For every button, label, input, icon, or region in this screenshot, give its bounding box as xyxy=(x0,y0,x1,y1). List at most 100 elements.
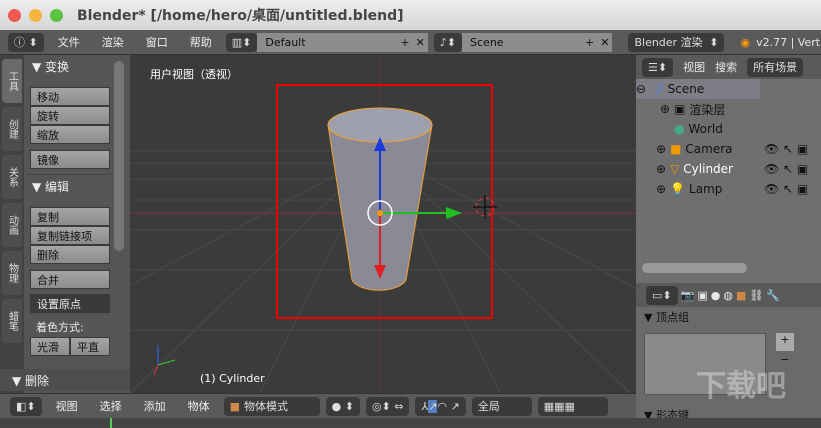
visibility-icons[interactable]: 👁 ↖ ▣ xyxy=(764,142,808,156)
edit-panel-header[interactable]: ▼ 编辑 xyxy=(26,175,112,197)
cylinder-top xyxy=(327,107,433,143)
remove-layout-button[interactable]: ✕ xyxy=(412,32,428,52)
render-engine-select[interactable]: Blender 渲染 ⬍ xyxy=(628,32,725,52)
tab-animation[interactable]: 动画 xyxy=(2,203,22,247)
maximize-button[interactable] xyxy=(50,8,63,22)
outliner-label: Lamp xyxy=(689,182,723,196)
render-layers-tab-icon[interactable]: ▣ xyxy=(697,289,707,302)
menu-select[interactable]: 选择 xyxy=(92,398,130,414)
manipulator-toggles[interactable]: ⅄ ↗ ◠ ↗ xyxy=(415,396,466,416)
minimize-button[interactable] xyxy=(29,8,42,22)
remove-scene-button[interactable]: ✕ xyxy=(597,32,613,52)
menu-help[interactable]: 帮助 xyxy=(182,34,220,50)
world-tab-icon[interactable]: ◍ xyxy=(723,289,733,302)
version-label: v2.77 | Vert xyxy=(756,35,821,49)
pivot-select[interactable]: ◎⬍ ⇔ xyxy=(365,396,410,416)
object-origin xyxy=(377,210,383,216)
tab-create[interactable]: 创建 xyxy=(2,107,22,151)
viewport-editor-type[interactable]: ◧⬍ xyxy=(10,396,42,416)
delete-panel-header[interactable]: ▼ 删除 xyxy=(0,369,130,391)
layout-icon[interactable]: ▥⬍ xyxy=(225,32,258,52)
menu-view[interactable]: 视图 xyxy=(48,398,86,414)
world-icon: ● xyxy=(674,122,685,136)
expand-icon[interactable]: ⊕ xyxy=(656,182,666,196)
collapse-icon[interactable]: ⊖ xyxy=(636,82,652,96)
scene-field[interactable]: Scene xyxy=(462,32,583,52)
scene-tab-icon[interactable]: ● xyxy=(711,289,721,302)
modifiers-tab-icon[interactable]: 🔧 xyxy=(766,289,780,302)
current-frame-marker[interactable] xyxy=(110,418,112,428)
outliner-item-lamp[interactable]: ⊕ 💡 Lamp 👁 ↖ ▣ xyxy=(636,179,821,199)
outliner-editor-type[interactable]: ☰⬍ xyxy=(642,57,674,77)
toolshelf-scrollbar[interactable] xyxy=(114,61,124,251)
properties-tabs: ▭⬍ 📷 ▣ ● ◍ ■ ⛓ 🔧 xyxy=(636,283,821,307)
translate-button[interactable]: 移动 xyxy=(30,87,110,106)
outliner-menu-view[interactable]: 视图 xyxy=(683,59,705,75)
outliner-menu-search[interactable]: 搜索 xyxy=(715,59,737,75)
tab-relations[interactable]: 关系 xyxy=(2,155,22,199)
menu-render[interactable]: 渲染 xyxy=(94,34,132,50)
timeline-strip[interactable] xyxy=(0,418,821,428)
render-tab-icon[interactable]: 📷 xyxy=(681,289,695,302)
viewport-header: ◧⬍ 视图 选择 添加 物体 ■ 物体模式 ● ⬍ ◎⬍ ⇔ ⅄ ↗ ◠ ↗ 全局… xyxy=(0,393,636,418)
expand-icon[interactable]: ⊕ xyxy=(656,162,666,176)
object-tab-icon[interactable]: ■ xyxy=(736,289,746,302)
viewport-scene xyxy=(130,55,636,393)
tab-tools[interactable]: 工具 xyxy=(2,59,22,103)
properties-editor-type[interactable]: ▭⬍ xyxy=(646,285,678,305)
tab-grease-pencil[interactable]: 蜡笔 xyxy=(2,299,22,343)
tab-physics[interactable]: 物理 xyxy=(2,251,22,295)
rotate-button[interactable]: 旋转 xyxy=(30,106,110,125)
outliner-item-camera[interactable]: ⊕ ■ Camera 👁 ↖ ▣ xyxy=(636,139,821,159)
constraints-tab-icon[interactable]: ⛓ xyxy=(749,289,763,302)
outliner-label: Scene xyxy=(667,82,705,96)
outliner-item-scene[interactable]: ⊖ ♪ Scene xyxy=(636,79,760,99)
render-layer-icon: ▣ xyxy=(674,102,686,116)
shading-select[interactable]: ● ⬍ xyxy=(325,396,360,416)
transform-panel-header[interactable]: ▼ 变换 xyxy=(26,55,112,77)
menu-file[interactable]: 文件 xyxy=(50,34,88,50)
add-layout-button[interactable]: + xyxy=(397,32,413,52)
expand-icon[interactable]: ⊕ xyxy=(656,142,666,156)
shading-label: 着色方式: xyxy=(36,321,84,334)
add-vertex-group-button[interactable]: + xyxy=(776,333,794,351)
outliner-scrollbar[interactable] xyxy=(642,263,747,273)
outliner-filter-select[interactable]: 所有场景 xyxy=(747,57,804,77)
scale-button[interactable]: 缩放 xyxy=(30,125,110,144)
outliner-item-world[interactable]: ● World xyxy=(636,119,821,139)
menu-object[interactable]: 物体 xyxy=(180,398,218,414)
visibility-icons[interactable]: 👁 ↖ ▣ xyxy=(764,162,808,176)
layers-grid[interactable]: ▦▦▦ xyxy=(537,396,608,416)
delete-button[interactable]: 删除 xyxy=(30,245,110,264)
join-button[interactable]: 合并 xyxy=(30,270,110,289)
vertex-groups-header[interactable]: ▼ 顶点组 xyxy=(636,307,821,325)
menu-add[interactable]: 添加 xyxy=(136,398,174,414)
watermark: 下载吧 xyxy=(696,369,786,404)
layout-field[interactable]: Default xyxy=(257,32,398,52)
duplicate-linked-button[interactable]: 复制链接项 xyxy=(30,226,110,245)
mode-label: 物体模式 xyxy=(244,400,289,413)
properties-editor: ▭⬍ 📷 ▣ ● ◍ ■ ⛓ 🔧 ▼ 顶点组 + − ▼ 形态键 下载吧 xyxy=(636,283,821,428)
duplicate-button[interactable]: 复制 xyxy=(30,207,110,226)
orientation-select[interactable]: 全局 xyxy=(471,396,532,416)
tool-shelf: 工具 创建 关系 动画 物理 蜡笔 ▼ 变换 移动 旋转 缩放 镜像 ▼ 编辑 … xyxy=(0,55,130,393)
menu-window[interactable]: 窗口 xyxy=(138,34,176,50)
render-engine-label: Blender 渲染 xyxy=(634,36,703,49)
scene-icon[interactable]: ♪⬍ xyxy=(433,32,463,52)
info-editor-type[interactable]: ⓘ ⬍ xyxy=(8,32,44,52)
outliner-item-render-layers[interactable]: ⊕ ▣ 渲染层 xyxy=(636,99,821,119)
3d-viewport[interactable]: 用户视图（透视） (1) Cylinder xyxy=(130,55,636,393)
add-scene-button[interactable]: + xyxy=(582,32,598,52)
close-button[interactable] xyxy=(8,8,21,22)
outliner-item-cylinder[interactable]: ⊕ ▽ Cylinder 👁 ↖ ▣ xyxy=(636,159,821,179)
expand-icon[interactable]: ⊕ xyxy=(660,102,670,116)
outliner-label: Cylinder xyxy=(683,162,733,176)
flat-button[interactable]: 平直 xyxy=(70,337,110,356)
smooth-button[interactable]: 光滑 xyxy=(30,337,70,356)
mode-select[interactable]: ■ 物体模式 xyxy=(223,396,320,416)
set-origin-select[interactable]: 设置原点 xyxy=(30,294,110,313)
mirror-button[interactable]: 镜像 xyxy=(30,150,110,169)
visibility-icons[interactable]: 👁 ↖ ▣ xyxy=(764,182,808,196)
blender-logo-icon: ◉ xyxy=(740,35,751,49)
outliner: ☰⬍ 视图 搜索 所有场景 ⊖ ♪ Scene ⊕ ▣ 渲染层 ● World ⊕ ■ Cam… xyxy=(636,55,821,283)
